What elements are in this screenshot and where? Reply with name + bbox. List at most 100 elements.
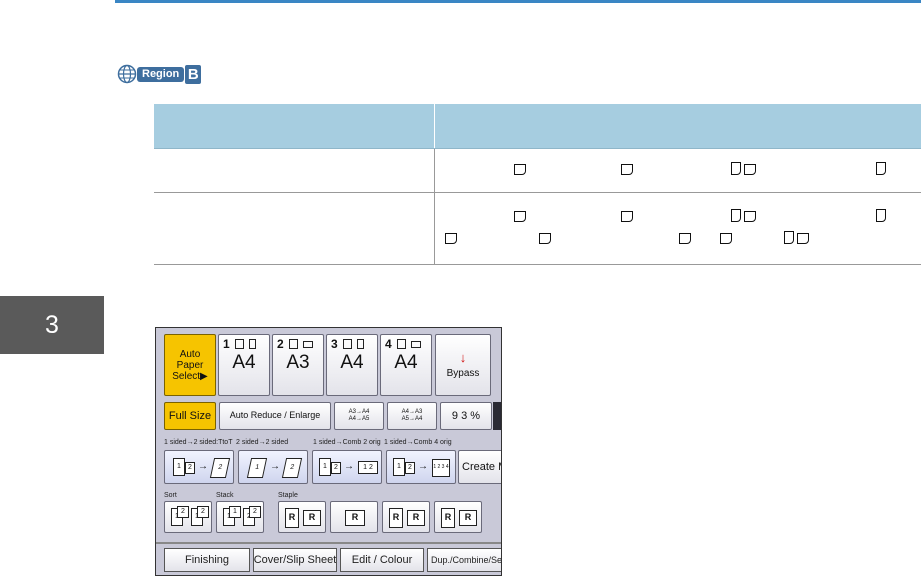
region-label: Region [137,66,185,82]
auto-reduce-enlarge-button[interactable]: Auto Reduce / Enlarge [219,402,331,430]
duplex-label: 2 sided→2 sided [236,439,289,446]
finishing-label: Stack [216,492,234,499]
paper-landscape-icon [719,233,732,244]
zoom-value: 9 3 % [451,409,481,422]
paper-landscape-icon [513,164,526,175]
ratio-label: A3→A4 A4→A5 [348,409,370,422]
page-icon: 1 [319,458,331,476]
tray-2-button[interactable]: 2 A3 [272,334,324,396]
staple-center-button[interactable]: R [330,501,378,533]
tray-4-button[interactable]: 4 A4 [380,334,432,396]
staple-top-button[interactable]: R R [434,501,482,533]
paper-landscape-icon [303,341,313,348]
tab-cover-slip-sheet[interactable]: Cover/Slip Sheet [253,548,337,572]
table-row [154,192,921,265]
sort-button[interactable]: 1 2 1 2 [164,501,212,533]
staple-page-icon: R [303,510,321,526]
auto-paper-select-button[interactable]: Auto Paper Select▶ [164,334,216,396]
staple-top-left-button[interactable]: R R [278,501,326,533]
staple-double-button[interactable]: R R [382,501,430,533]
table-header-cell [154,104,435,149]
ratio-a4-a3-button[interactable]: A4→A3 A5→A4 [387,402,437,430]
copier-panel: Auto Paper Select▶ 1 A4 2 A3 3 A4 4 A4 ↓… [155,327,502,576]
paper-size-table [154,104,921,265]
paper-landscape-icon [411,341,421,348]
paper-portrait-icon [875,162,886,175]
bypass-button[interactable]: ↓ Bypass [435,334,491,396]
paper-portrait-icon [875,209,886,222]
paper-landscape-icon [796,233,809,244]
tab-bar-divider [156,542,501,544]
tab-dup-combine-series[interactable]: Dup./Combine/Seri [427,548,502,572]
staple-page-icon: R [459,510,477,526]
tray-3-button[interactable]: 3 A4 [326,334,378,396]
paper-landscape-icon [620,164,633,175]
duplex-label: 1 sided→Comb 2 orig [313,439,381,446]
paper-landscape-icon [513,211,526,222]
table-row [154,148,921,193]
paper-portrait-icon [730,162,741,175]
region-letter: B [185,64,202,84]
paper-portrait-icon [357,339,364,349]
duplex-1-2-button[interactable]: 1 2 → 2 [164,450,234,484]
ratio-a3-a4-button[interactable]: A3→A4 A4→A5 [334,402,384,430]
zoom-button[interactable]: 9 3 % [440,402,492,430]
auto-reduce-enlarge-label: Auto Reduce / Enlarge [229,410,321,421]
staple-page-icon: R [407,510,425,526]
table-row-label [154,192,435,265]
staple-page-icon: R [441,508,455,528]
tray-number: 4 [385,337,392,351]
paper-landscape-icon [743,164,756,175]
tray-1-button[interactable]: 1 A4 [218,334,270,396]
paper-landscape-icon [620,211,633,222]
paper-stack-icon [343,339,352,349]
tray-number: 2 [277,337,284,351]
tab-edit-colour[interactable]: Edit / Colour [340,548,424,572]
header-rule [115,0,921,3]
table-row-value [434,148,921,193]
tab-finishing[interactable]: Finishing [164,548,250,572]
tab-label: Dup./Combine/Seri [431,555,502,565]
page-stack-icon: 1 [229,506,241,518]
table-header-row [154,104,921,149]
page-icon: 2 [331,462,341,474]
tray-size: A4 [232,352,256,373]
combine-4-button[interactable]: 1 2 → 1 2 3 4 [386,450,456,484]
page-stack-icon: 2 [197,506,209,518]
page-icon: 2 [405,462,415,474]
tab-label: Finishing [184,554,230,566]
arrow-right-icon: → [198,461,208,472]
page-icon: 1 [393,458,405,476]
chapter-number: 3 [45,310,59,339]
finishing-label: Sort [164,492,177,499]
region-badge: Region B [117,64,202,84]
create-margin-button[interactable]: Create M [458,450,501,484]
table-row-label [154,148,435,193]
create-margin-label: Create M [462,460,501,473]
table-header-cell [434,104,921,149]
paper-portrait-icon [730,209,741,222]
duplex-page-icon: 2 [281,458,303,478]
arrow-right-icon: → [270,461,280,472]
duplex-label: 1 sided→2 sided:TtoT [164,439,233,446]
arrow-right-icon: → [344,461,354,472]
panel-scroll-strip [493,402,501,430]
page-stack-icon: 2 [249,506,261,518]
paper-stack-icon [397,339,406,349]
combined-page-icon: 1 2 [358,461,378,474]
combine-2-button[interactable]: 1 2 → 1 2 [312,450,382,484]
paper-stack-icon [235,339,244,349]
duplex-2-2-button[interactable]: 1 → 2 [238,450,308,484]
tray-number: 3 [331,337,338,351]
tab-label: Edit / Colour [351,554,413,566]
stack-button[interactable]: 1 1 2 2 [216,501,264,533]
full-size-button[interactable]: Full Size [164,402,216,430]
tray-size: A4 [394,352,418,373]
paper-landscape-icon [538,233,551,244]
paper-landscape-icon [678,233,691,244]
staple-page-icon: R [285,508,299,528]
chapter-tab: 3 [0,296,104,354]
tray-size: A3 [286,352,310,373]
paper-landscape-icon [444,233,457,244]
page-icon: 1 [173,458,185,476]
